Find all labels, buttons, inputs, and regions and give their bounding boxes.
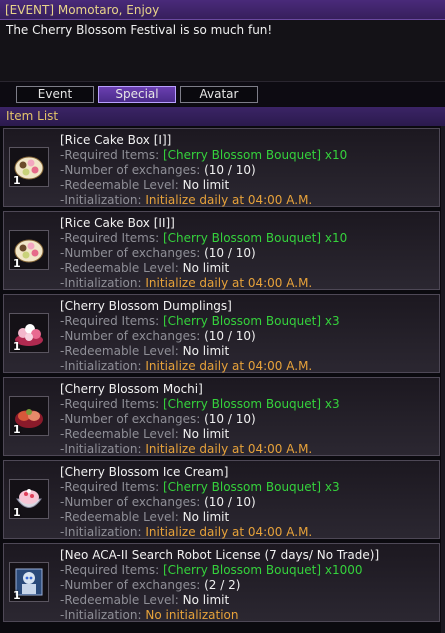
list-item[interactable]: 1 [Rice Cake Box [II]] -Required Items: … <box>3 211 440 290</box>
item-name: [Rice Cake Box [I]] <box>60 133 172 147</box>
item-name: [Neo ACA-II Search Robot License (7 days… <box>60 548 380 562</box>
init-value: Initialize daily at 04:00 A.M. <box>145 525 313 539</box>
init-value: Initialize daily at 04:00 A.M. <box>145 442 313 456</box>
level-label: -Redeemable Level: <box>60 427 179 441</box>
required-value: [Cherry Blossom Bouquet] x10 <box>163 148 348 162</box>
init-label: -Initialization: <box>60 525 142 539</box>
item-list-header: Item List <box>0 107 445 126</box>
item-name: [Cherry Blossom Ice Cream] <box>60 465 229 479</box>
exchanges-value: (10 / 10) <box>204 329 256 343</box>
item-quantity: 1 <box>13 423 21 436</box>
exchanges-value: (10 / 10) <box>204 163 256 177</box>
exchanges-label: -Number of exchanges: <box>60 329 201 343</box>
item-quantity: 1 <box>13 340 21 353</box>
level-value: No limit <box>182 344 230 358</box>
level-label: -Redeemable Level: <box>60 510 179 524</box>
tab-special[interactable]: Special <box>98 86 176 103</box>
init-label: -Initialization: <box>60 442 142 456</box>
level-label: -Redeemable Level: <box>60 593 179 607</box>
dumplings-icon: 1 <box>9 313 49 353</box>
item-list: 1 [Rice Cake Box [I]] -Required Items: [… <box>0 126 445 633</box>
required-label: -Required Items: <box>60 397 160 411</box>
robot-license-icon: 1 <box>9 562 49 602</box>
init-value: Initialize daily at 04:00 A.M. <box>145 359 313 373</box>
init-label: -Initialization: <box>60 359 142 373</box>
required-label: -Required Items: <box>60 563 160 577</box>
rice-cake-box-icon: 1 <box>9 147 49 187</box>
rice-cake-box-icon: 1 <box>9 230 49 270</box>
exchanges-label: -Number of exchanges: <box>60 412 201 426</box>
required-value: [Cherry Blossom Bouquet] x10 <box>163 231 348 245</box>
item-quantity: 1 <box>13 589 21 602</box>
window-title: [EVENT] Momotaro, Enjoy <box>0 0 445 20</box>
event-message: The Cherry Blossom Festival is so much f… <box>0 20 445 82</box>
level-value: No limit <box>182 427 230 441</box>
item-name: [Rice Cake Box [II]] <box>60 216 175 230</box>
required-label: -Required Items: <box>60 231 160 245</box>
exchanges-label: -Number of exchanges: <box>60 163 201 177</box>
init-value: Initialize daily at 04:00 A.M. <box>145 276 313 290</box>
item-name: [Cherry Blossom Mochi] <box>60 382 203 396</box>
tab-event[interactable]: Event <box>16 86 94 103</box>
tab-avatar[interactable]: Avatar <box>180 86 258 103</box>
list-scrollbar[interactable] <box>441 126 445 633</box>
init-value: No initialization <box>145 608 239 622</box>
exchanges-label: -Number of exchanges: <box>60 495 201 509</box>
ice-cream-icon: 1 <box>9 479 49 519</box>
exchanges-label: -Number of exchanges: <box>60 246 201 260</box>
level-label: -Redeemable Level: <box>60 344 179 358</box>
init-value: Initialize daily at 04:00 A.M. <box>145 193 313 207</box>
level-label: -Redeemable Level: <box>60 261 179 275</box>
item-quantity: 1 <box>13 506 21 519</box>
init-label: -Initialization: <box>60 193 142 207</box>
required-label: -Required Items: <box>60 148 160 162</box>
item-name: [Cherry Blossom Dumplings] <box>60 299 232 313</box>
required-label: -Required Items: <box>60 314 160 328</box>
required-value: [Cherry Blossom Bouquet] x3 <box>163 314 340 328</box>
item-quantity: 1 <box>13 257 21 270</box>
required-value: [Cherry Blossom Bouquet] x3 <box>163 397 340 411</box>
init-label: -Initialization: <box>60 276 142 290</box>
list-item[interactable]: 1 [Cherry Blossom Dumplings] -Required I… <box>3 294 440 373</box>
tab-bar: Event Special Avatar <box>0 82 445 106</box>
required-label: -Required Items: <box>60 480 160 494</box>
init-label: -Initialization: <box>60 608 142 622</box>
list-item[interactable]: 1 [Cherry Blossom Mochi] -Required Items… <box>3 377 440 456</box>
exchanges-label: -Number of exchanges: <box>60 578 201 592</box>
exchanges-value: (10 / 10) <box>204 412 256 426</box>
required-value: [Cherry Blossom Bouquet] x3 <box>163 480 340 494</box>
list-item[interactable]: 1 [Cherry Blossom Ice Cream] -Required I… <box>3 460 440 539</box>
item-quantity: 1 <box>13 174 21 187</box>
list-item[interactable]: 1 [Rice Cake Box [I]] -Required Items: [… <box>3 128 440 207</box>
exchanges-value: (10 / 10) <box>204 246 256 260</box>
list-item[interactable]: 1 [Neo ACA-II Search Robot License (7 da… <box>3 543 440 622</box>
level-value: No limit <box>182 510 230 524</box>
level-value: No limit <box>182 261 230 275</box>
level-value: No limit <box>182 178 230 192</box>
required-value: [Cherry Blossom Bouquet] x1000 <box>163 563 363 577</box>
exchanges-value: (2 / 2) <box>204 578 241 592</box>
level-label: -Redeemable Level: <box>60 178 179 192</box>
mochi-icon: 1 <box>9 396 49 436</box>
level-value: No limit <box>182 593 230 607</box>
exchanges-value: (10 / 10) <box>204 495 256 509</box>
